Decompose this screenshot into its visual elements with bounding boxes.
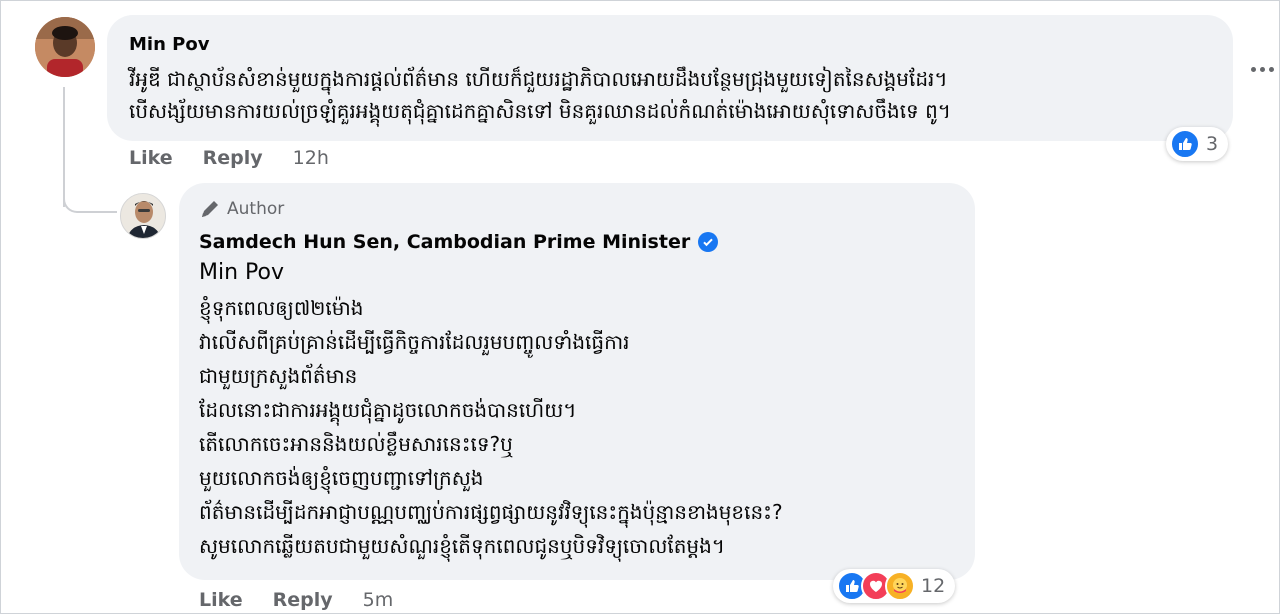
thread-connector [63,181,117,213]
reply-text-line: តើលោកចេះអាននិងយល់ខ្លឹមសារនេះទេ?ឬ [199,432,513,456]
comment-timestamp[interactable]: 12h [293,147,329,169]
avatar-hun-sen[interactable] [120,193,166,239]
reply-text-line: ជាមួយក្រសួងព័ត៌មាន [199,364,358,388]
like-button[interactable]: Like [129,147,173,169]
cutoff-fragment [237,0,257,3]
more-options-icon[interactable] [1251,67,1274,72]
comment-author-name[interactable]: Min Pov [129,34,209,55]
avatar-min-pov[interactable] [35,17,95,77]
mention-tag[interactable]: Min Pov [199,260,284,285]
pen-icon [202,201,218,217]
reaction-summary[interactable]: 3 [1166,127,1229,161]
reaction-summary[interactable]: 12 [833,569,956,603]
comment-text-line: បើសង្ស័យមានការយល់ច្រឡំគួរអង្គុយតុជុំគ្នា… [129,99,951,123]
like-button[interactable]: Like [199,589,243,611]
reply-text-line: ព័ត៌មានដើម្បីដកអាជ្ញាបណ្ណបញ្ឈប់ការផ្សព្វ… [199,500,783,524]
comment-actions: Like Reply 12h [129,147,329,169]
reply-timestamp[interactable]: 5m [363,589,394,611]
reaction-count: 3 [1206,133,1219,155]
reply-text-line: មួយលោកចង់ឲ្យខ្ញុំចេញបញ្ជាទៅក្រសួង [199,466,484,490]
reply-author-name[interactable]: Samdech Hun Sen, Cambodian Prime Ministe… [199,231,719,253]
reply-text: ខ្ញុំទុកពេលឲ្យ៧២ម៉ោង វាលើសពីគ្រប់គ្រាន់ដ… [199,291,783,563]
author-badge: Author [199,197,284,221]
care-reaction-icon [885,571,915,601]
reply-text-line: ខ្ញុំទុកពេលឲ្យ៧២ម៉ោង [199,296,364,320]
reply-author-label[interactable]: Samdech Hun Sen, Cambodian Prime Ministe… [199,231,690,253]
reply-text-line: ដែលនោះជាការអង្គុយជុំគ្នាដូចលោកចង់បានហើយ។ [199,398,577,422]
verified-badge-icon [698,232,719,252]
reply-text-line: វាលើសពីគ្រប់គ្រាន់ដើម្បីធ្វើកិច្ចការដែលរ… [199,330,630,354]
reply-text-line: សូមលោកឆ្លើយតបជាមួយសំណួរខ្ញុំតើទុកពេលជូនឬ… [199,534,725,558]
comment-text: វីអូឌី ជាស្ថាប័នសំខាន់មួយក្នុងការផ្តល់ព័… [129,63,951,127]
author-badge-label: Author [227,199,285,219]
reply-button[interactable]: Reply [273,589,333,611]
reply-actions: Like Reply 5m [199,589,393,611]
reaction-count: 12 [921,575,946,597]
reply-button[interactable]: Reply [203,147,263,169]
like-reaction-icon [1170,129,1200,159]
comment-thread: Min Pov វីអូឌី ជាស្ថាប័នសំខាន់មួយក្នុងកា… [0,0,1280,614]
comment-text-line: វីអូឌី ជាស្ថាប័នសំខាន់មួយក្នុងការផ្តល់ព័… [129,67,948,91]
